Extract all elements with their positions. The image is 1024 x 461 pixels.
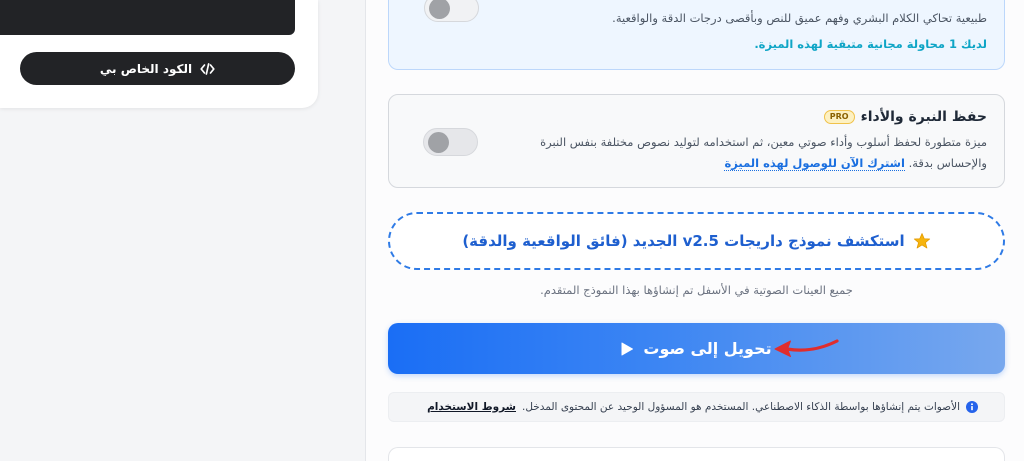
code-icon xyxy=(200,62,215,75)
realism-feature-box: طبيعية تحاكي الكلام البشري وفهم عميق للن… xyxy=(388,0,1005,70)
model-banner[interactable]: استكشف نموذج داريجات v2.5 الجديد (فائق ا… xyxy=(388,212,1005,270)
star-icon xyxy=(913,232,931,250)
code-output-block xyxy=(0,0,295,35)
realism-description: طبيعية تحاكي الكلام البشري وفهم عميق للن… xyxy=(612,11,987,25)
info-icon xyxy=(966,401,978,413)
pro-badge: PRO xyxy=(823,110,855,124)
description-line-1: ميزة متطورة لحفظ أسلوب وأداء صوتي معين، … xyxy=(540,135,987,149)
voice-preservation-box: حفظ النبرة والأداء PRO ميزة متطورة لحفظ … xyxy=(388,94,1005,188)
realism-toggle[interactable] xyxy=(424,0,479,22)
my-code-button-label: الكود الخاص بي xyxy=(99,61,193,76)
toggle-knob xyxy=(428,131,449,153)
ai-disclaimer: الأصوات يتم إنشاؤها بواسطة الذكاء الاصطن… xyxy=(388,392,1005,422)
voice-preservation-header: حفظ النبرة والأداء PRO xyxy=(823,108,987,126)
my-code-button[interactable]: الكود الخاص بي xyxy=(20,52,295,85)
terms-of-use-link[interactable]: شروط الاستخدام xyxy=(427,401,516,413)
convert-button-label: تحويل إلى صوت xyxy=(643,339,772,358)
voice-preservation-toggle[interactable] xyxy=(423,128,478,156)
next-section-box xyxy=(388,447,1005,461)
convert-to-speech-button[interactable]: تحويل إلى صوت xyxy=(388,323,1005,374)
disclaimer-text: الأصوات يتم إنشاؤها بواسطة الذكاء الاصطن… xyxy=(522,401,960,413)
free-attempts-notice: لديك 1 محاولة مجانية متبقية لهذه الميزة. xyxy=(754,37,987,51)
realism-toggle-wrapper xyxy=(424,0,479,22)
description-line-2-text: والإحساس بدقة. xyxy=(908,156,987,170)
subscribe-link[interactable]: اشترك الآن للوصول لهذه الميزة xyxy=(724,156,905,171)
code-panel-card: الكود الخاص بي xyxy=(0,0,318,108)
play-icon xyxy=(621,342,634,356)
voice-preservation-title: حفظ النبرة والأداء xyxy=(860,109,987,125)
description-line-2: والإحساس بدقة. اشترك الآن للوصول لهذه ال… xyxy=(540,153,987,174)
model-banner-text: استكشف نموذج داريجات v2.5 الجديد (فائق ا… xyxy=(462,232,905,250)
toggle-knob xyxy=(429,0,450,19)
red-arrow-annotation xyxy=(774,339,839,357)
samples-note: جميع العينات الصوتية في الأسفل تم إنشاؤه… xyxy=(540,283,853,297)
voice-preservation-description: ميزة متطورة لحفظ أسلوب وأداء صوتي معين، … xyxy=(540,132,987,174)
